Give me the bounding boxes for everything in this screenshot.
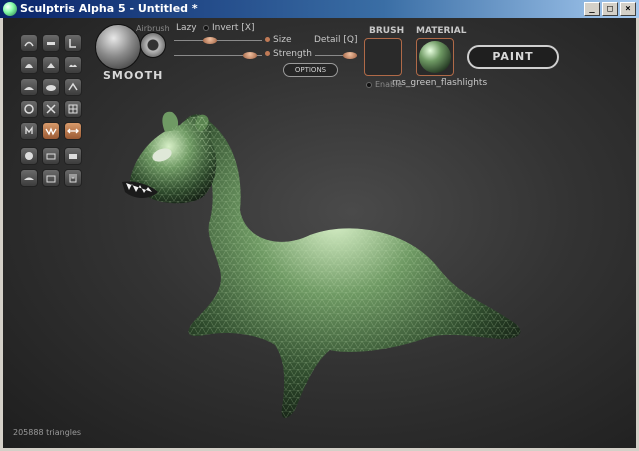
smooth-tool-button[interactable] [42, 78, 60, 96]
size-label: Size [265, 35, 291, 45]
open-icon [46, 175, 56, 183]
detail-label: Detail [Q] [314, 35, 358, 45]
triangle-count: 205888 triangles [13, 428, 82, 437]
wireframe-tool-button[interactable] [64, 100, 82, 118]
airbrush-toggle[interactable] [140, 32, 166, 58]
reduce-icon [68, 82, 78, 91]
wave-icon [45, 127, 57, 136]
detail-slider-knob[interactable] [343, 52, 357, 59]
grab-icon [24, 87, 34, 90]
inflate-tool-button[interactable] [20, 56, 38, 74]
airbrush-label: Airbrush [136, 24, 170, 33]
mask-icon [25, 126, 33, 134]
invert-radio-icon [203, 24, 209, 31]
pinch-icon [47, 63, 55, 68]
brush-heading: BRUSH [369, 26, 405, 36]
symmetry-tool-button[interactable] [42, 100, 60, 118]
material-preview [419, 41, 451, 73]
enable-checkbox[interactable]: Enable [366, 80, 402, 89]
wave-tool-button[interactable] [42, 122, 60, 140]
window-title: Sculptris Alpha 5 - Untitled * [20, 2, 198, 15]
maximize-button[interactable]: □ [602, 2, 618, 16]
grid-icon [68, 104, 78, 114]
open-file-button[interactable] [42, 169, 60, 187]
minimize-button[interactable]: _ [584, 2, 600, 16]
size-slider-track[interactable] [174, 40, 262, 41]
app-icon [3, 2, 17, 16]
save-file-button[interactable] [64, 169, 82, 187]
grab-tool-button[interactable] [20, 78, 38, 96]
enable-label: Enable [375, 80, 403, 89]
material-name: rns_green_flashlights [392, 78, 488, 88]
close-button[interactable]: × [620, 2, 636, 16]
export-obj-button[interactable] [64, 147, 82, 165]
obj-export-icon [69, 154, 77, 159]
crease-icon [69, 39, 76, 48]
mirror-tool-button[interactable] [64, 122, 82, 140]
save-icon [69, 174, 77, 183]
lazy-label: Lazy [176, 23, 197, 33]
invert-checkbox[interactable]: Invert [X] [203, 23, 255, 33]
strength-text: Strength [273, 49, 312, 59]
obj-import-icon [46, 153, 56, 160]
inflate-icon [25, 64, 33, 68]
plane-tool-button[interactable] [20, 169, 38, 187]
sea-creature-mesh [122, 111, 521, 419]
strength-label: Strength [265, 49, 312, 59]
layer-tool-button[interactable] [64, 56, 82, 74]
plane-icon [24, 177, 34, 180]
mask-tool-button[interactable] [20, 122, 38, 140]
flatten-icon [47, 42, 55, 45]
reduce-tool-button[interactable] [64, 78, 82, 96]
file-tools [20, 147, 82, 187]
symmetry-icon [46, 104, 56, 114]
sphere-icon [25, 152, 33, 160]
sphere-tool-button[interactable] [20, 147, 38, 165]
size-dot-icon [265, 37, 270, 42]
import-obj-button[interactable] [42, 147, 60, 165]
transform-tools [20, 100, 82, 140]
size-slider-knob[interactable] [203, 37, 217, 44]
rotate-tool-button[interactable] [20, 100, 38, 118]
draw-tool-button[interactable] [20, 34, 38, 52]
smooth-icon [46, 85, 56, 91]
sculpted-model[interactable] [110, 110, 540, 430]
material-slot[interactable] [416, 38, 454, 76]
enable-radio-icon [366, 81, 372, 88]
strength-slider-knob[interactable] [243, 52, 257, 59]
brush-texture-slot[interactable] [364, 38, 402, 76]
title-bar: Sculptris Alpha 5 - Untitled * _ □ × [0, 0, 639, 18]
material-heading: MATERIAL [416, 26, 467, 36]
strength-dot-icon [265, 51, 270, 56]
pinch-tool-button[interactable] [42, 56, 60, 74]
layer-icon [69, 64, 77, 67]
sculpt-tools [20, 34, 82, 96]
rotate-icon [24, 104, 34, 114]
paint-button[interactable]: PAINT [467, 45, 559, 69]
flatten-tool-button[interactable] [42, 34, 60, 52]
invert-label: Invert [X] [212, 23, 255, 33]
brush-name: SMOOTH [103, 69, 164, 82]
size-text: Size [273, 35, 292, 45]
options-button[interactable]: OPTIONS [283, 63, 338, 77]
arrows-horizontal-icon [67, 128, 79, 134]
draw-icon [24, 41, 34, 47]
brush-preview[interactable] [95, 24, 141, 70]
crease-tool-button[interactable] [64, 34, 82, 52]
